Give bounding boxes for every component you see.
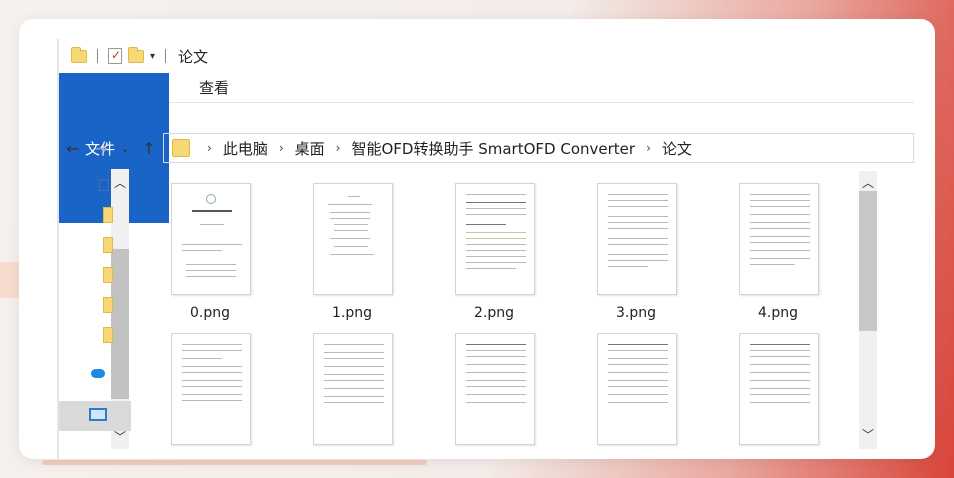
up-button[interactable]: ↑ <box>135 133 163 163</box>
customize-toolbar-icon[interactable]: ▾ <box>150 51 155 62</box>
image-thumbnail <box>739 183 819 295</box>
document-icon[interactable] <box>99 179 109 191</box>
image-thumbnail <box>455 183 535 295</box>
chevron-down-icon[interactable]: ﹀ <box>859 425 877 443</box>
address-row: ← → ⌄ ↑ › 此电脑 › 桌面 › 智能OFD转换助手 SmartOFD … <box>59 133 914 163</box>
image-thumbnail <box>739 333 819 445</box>
folder-icon[interactable] <box>103 267 113 283</box>
file-explorer-window: ▾ 论文 文件 主页 共享 查看 ← → ⌄ ↑ › 此电脑 › 桌面 › <box>59 39 914 459</box>
chevron-right-icon[interactable]: › <box>198 141 221 155</box>
divider <box>97 49 98 63</box>
chevron-up-icon[interactable]: ︿ <box>859 173 877 191</box>
file-item[interactable]: 1.png <box>297 165 407 321</box>
divider <box>165 49 167 63</box>
file-item[interactable]: 2.png <box>439 165 549 321</box>
chevron-right-icon[interactable]: › <box>327 141 350 155</box>
screenshot-card: ▾ 论文 文件 主页 共享 查看 ← → ⌄ ↑ › 此电脑 › 桌面 › <box>19 19 935 459</box>
properties-icon[interactable] <box>108 48 122 64</box>
background-progress-line <box>42 460 427 465</box>
image-thumbnail <box>313 183 393 295</box>
file-item[interactable] <box>581 315 691 459</box>
recent-locations-button[interactable]: ⌄ <box>115 133 135 163</box>
new-folder-icon[interactable] <box>128 46 144 63</box>
onedrive-icon[interactable] <box>91 369 105 378</box>
file-grid: 0.png 1.png 2.png 3.png 4.png <box>155 165 855 459</box>
chevron-right-icon[interactable]: › <box>270 141 293 155</box>
image-thumbnail <box>455 333 535 445</box>
file-item[interactable]: 0.png <box>155 165 265 321</box>
chevron-up-icon[interactable]: ︿ <box>111 173 129 191</box>
folder-icon[interactable] <box>103 297 113 313</box>
image-thumbnail <box>313 333 393 445</box>
title-bar: ▾ 论文 <box>59 39 914 73</box>
tab-view[interactable]: 查看 <box>183 73 245 102</box>
breadcrumb-desktop[interactable]: 桌面 <box>293 138 327 159</box>
image-thumbnail <box>597 183 677 295</box>
address-bar[interactable]: › 此电脑 › 桌面 › 智能OFD转换助手 SmartOFD Converte… <box>163 133 914 163</box>
file-item[interactable]: 4.png <box>723 165 833 321</box>
image-thumbnail <box>171 183 251 295</box>
nav-scrollbar-thumb[interactable] <box>111 249 129 399</box>
folder-icon[interactable] <box>103 327 113 343</box>
folder-icon <box>172 139 190 157</box>
folder-icon[interactable] <box>103 207 113 223</box>
breadcrumb-current-folder[interactable]: 论文 <box>660 138 694 159</box>
computer-icon <box>89 408 107 421</box>
content-scrollbar-thumb[interactable] <box>859 191 877 331</box>
file-item[interactable] <box>723 315 833 459</box>
file-item[interactable] <box>155 315 265 459</box>
window-title: 论文 <box>178 47 209 66</box>
chevron-right-icon[interactable]: › <box>637 141 660 155</box>
folder-icon[interactable] <box>71 46 87 63</box>
file-item[interactable]: 3.png <box>581 165 691 321</box>
quick-access-toolbar: ▾ 论文 <box>59 39 208 73</box>
folder-icon[interactable] <box>103 237 113 253</box>
back-button[interactable]: ← <box>59 133 87 163</box>
breadcrumb-smartofd[interactable]: 智能OFD转换助手 SmartOFD Converter <box>349 138 637 159</box>
ribbon-tabs: 文件 主页 共享 查看 <box>59 73 914 223</box>
breadcrumb-this-pc[interactable]: 此电脑 <box>221 138 270 159</box>
file-item[interactable] <box>297 315 407 459</box>
image-thumbnail <box>171 333 251 445</box>
forward-button[interactable]: → <box>87 133 115 163</box>
image-thumbnail <box>597 333 677 445</box>
file-item[interactable] <box>439 315 549 459</box>
